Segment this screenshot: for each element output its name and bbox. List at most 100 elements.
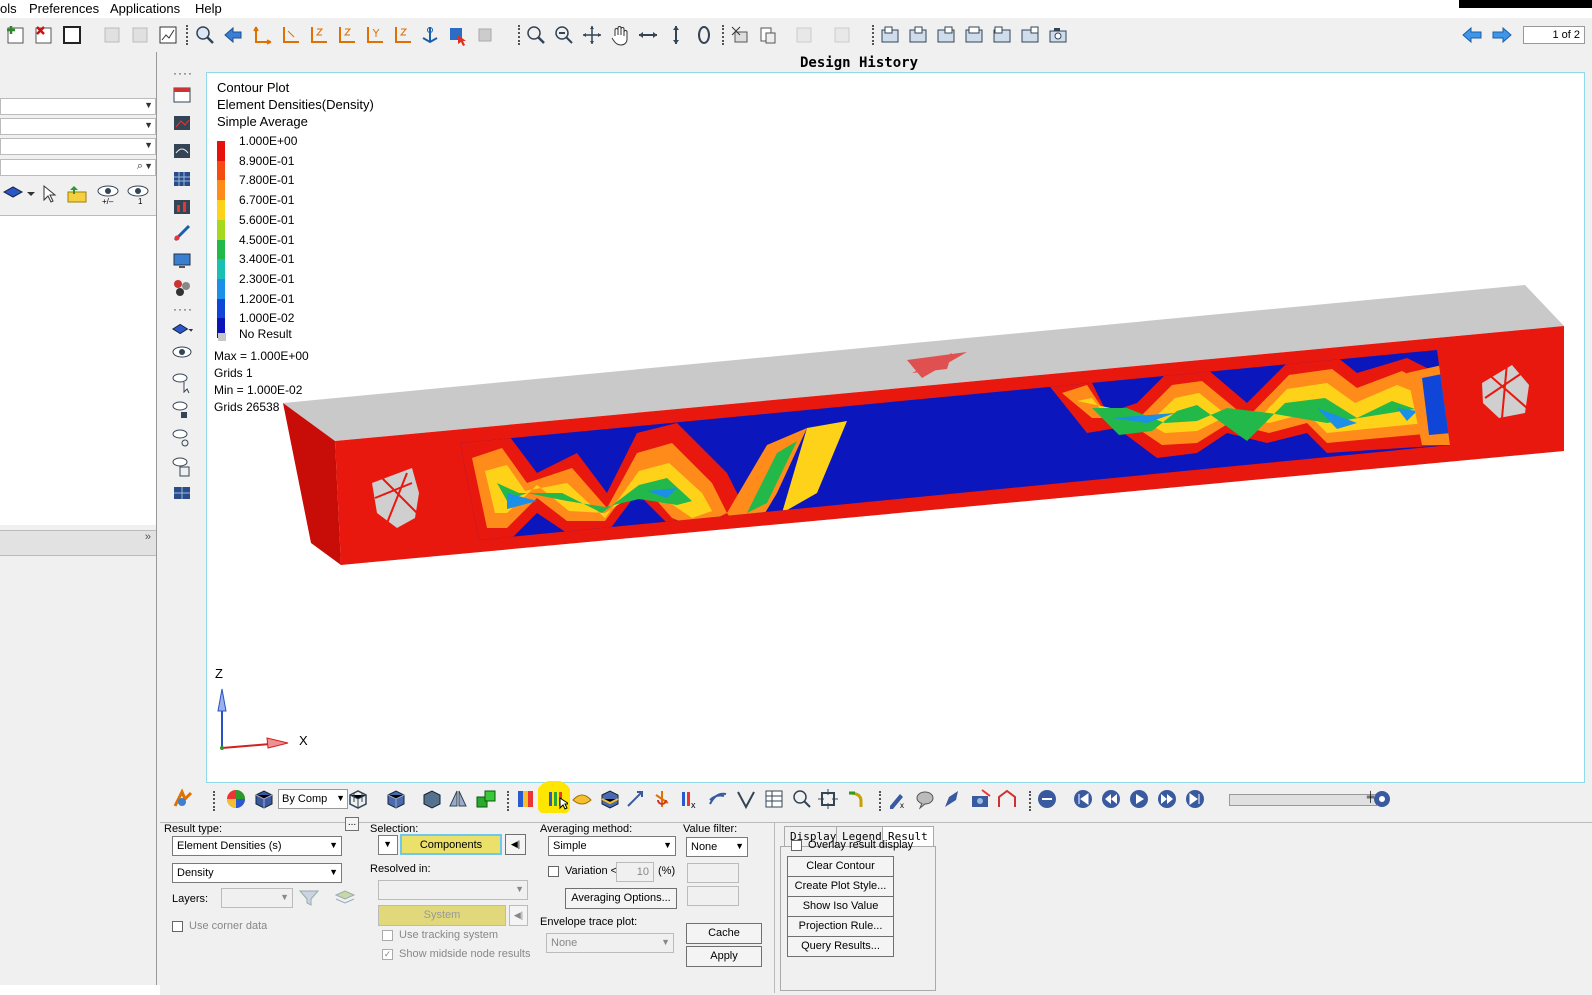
layout-disabled-2-icon[interactable] [128, 23, 152, 47]
contour-window-icon[interactable] [171, 112, 193, 134]
selection-mode-select[interactable]: ▼ [378, 835, 398, 855]
next-page-arrow-icon[interactable] [1490, 23, 1514, 47]
component-select-icon[interactable] [171, 318, 193, 340]
transform-icon[interactable] [816, 787, 840, 811]
isometric-view-icon[interactable] [418, 23, 442, 47]
component-icon[interactable] [2, 182, 38, 209]
window-layout-4-icon[interactable] [962, 23, 986, 47]
resolved-in-select[interactable]: ▼ [378, 880, 528, 900]
section-cut-icon[interactable] [728, 23, 752, 47]
mesh-lines-icon[interactable] [420, 787, 444, 811]
contour-icon[interactable] [514, 787, 538, 811]
spheres-icon[interactable] [171, 277, 193, 299]
plot-window-icon[interactable] [171, 196, 193, 218]
result-component-select[interactable]: Density ▼ [172, 863, 342, 883]
delete-model-icon[interactable] [32, 23, 56, 47]
query-results-button[interactable]: Query Results... [787, 936, 894, 957]
spin-icon[interactable] [692, 23, 716, 47]
cache-button[interactable]: Cache [686, 923, 762, 944]
measure-pen-icon[interactable] [941, 787, 965, 811]
camera-capture-icon[interactable] [969, 787, 993, 811]
contour-tools-icon[interactable] [171, 787, 195, 811]
window-layout-icon[interactable] [60, 23, 84, 47]
wireframe-icon[interactable] [346, 787, 370, 811]
pan-hand-icon[interactable] [608, 23, 632, 47]
add-model-icon[interactable] [4, 23, 28, 47]
probe-hook-icon[interactable] [844, 787, 868, 811]
variation-input[interactable]: 10 [616, 862, 654, 882]
folder-arrow-icon[interactable] [66, 184, 90, 207]
browser-combo-3[interactable]: ▼ [0, 138, 156, 155]
speech-note-icon[interactable] [913, 787, 937, 811]
previous-page-arrow-icon[interactable] [1460, 23, 1484, 47]
menu-preferences[interactable]: Preferences [29, 1, 99, 16]
color-wheel-icon[interactable] [224, 787, 248, 811]
show-eye-assembly-icon[interactable] [171, 428, 193, 450]
next-frame-icon[interactable] [1155, 787, 1179, 811]
play-icon[interactable] [1127, 787, 1151, 811]
animation-mode-icon[interactable] [1035, 787, 1059, 811]
browser-tree[interactable] [0, 215, 156, 525]
result-type-select[interactable]: Element Densities (s) ▼ [172, 836, 342, 856]
window-layout-6-icon[interactable] [1018, 23, 1042, 47]
create-plot-style-button[interactable]: Create Plot Style... [787, 876, 894, 897]
streamline-icon[interactable] [706, 787, 730, 811]
collapse-icon[interactable]: » [145, 531, 151, 543]
component-color-icon[interactable] [252, 787, 276, 811]
iso-surface-icon[interactable] [598, 787, 622, 811]
plot-style-icon[interactable] [171, 482, 193, 504]
browser-combo-1[interactable]: ▼ [0, 98, 156, 115]
layout-disabled-1-icon[interactable] [100, 23, 124, 47]
browser-combo-2[interactable]: ▼ [0, 118, 156, 135]
first-frame-icon[interactable] [1071, 787, 1095, 811]
zoom-icon[interactable] [193, 23, 217, 47]
green-cubes-icon[interactable] [474, 787, 498, 811]
section-results-icon[interactable] [734, 787, 758, 811]
view-xz-back-icon[interactable] [334, 23, 358, 47]
layer-filter-icon[interactable] [298, 889, 320, 910]
mesh-window-icon[interactable] [171, 168, 193, 190]
color-mode-select[interactable]: By Comp ▼ [278, 789, 348, 809]
reset-system-button[interactable]: ◀| [509, 905, 528, 926]
vector-icon[interactable] [624, 787, 648, 811]
zoom-box-icon[interactable] [524, 23, 548, 47]
filter-min-input[interactable] [687, 863, 739, 883]
value-filter-select[interactable]: None ▼ [686, 837, 748, 857]
show-iso-value-button[interactable]: Show Iso Value [787, 896, 894, 917]
center-icon[interactable] [580, 23, 604, 47]
fit-model-icon[interactable] [446, 23, 470, 47]
envelope-trace-select[interactable]: None ▼ [546, 933, 674, 953]
table-results-icon[interactable] [762, 787, 786, 811]
components-button[interactable]: Components [400, 834, 502, 855]
window-layout-1-icon[interactable] [878, 23, 902, 47]
previous-frame-icon[interactable] [1099, 787, 1123, 811]
filter-max-input[interactable] [687, 886, 739, 906]
overlay-result-checkbox[interactable] [791, 840, 802, 851]
menu-tools[interactable]: ols [0, 1, 17, 16]
monitor-icon[interactable] [171, 250, 193, 272]
use-tracking-system-checkbox[interactable] [382, 930, 393, 941]
cursor-select-icon[interactable] [42, 184, 58, 207]
show-eye-tree-icon[interactable] [171, 400, 193, 422]
disabled-tool-1-icon[interactable] [792, 23, 816, 47]
reset-selection-button[interactable]: ◀| [505, 834, 526, 855]
view-xz-icon[interactable] [306, 23, 330, 47]
browser-splitter[interactable]: » [0, 530, 156, 556]
view-disabled-icon[interactable] [474, 23, 498, 47]
shaded-icon[interactable] [384, 787, 408, 811]
show-midside-checkbox[interactable]: ✓ [382, 949, 393, 960]
clipboard-icon[interactable] [756, 23, 780, 47]
note-edit-icon[interactable]: x [885, 787, 909, 811]
averaging-method-select[interactable]: Simple ▼ [548, 836, 676, 856]
view-xy-bottom-icon[interactable] [278, 23, 302, 47]
view-xy-top-icon[interactable] [250, 23, 274, 47]
zoom-out-icon[interactable] [552, 23, 576, 47]
page-indicator[interactable]: 1 of 2 [1523, 26, 1585, 44]
layers-select[interactable]: ▼ [221, 888, 293, 908]
window-layout-5-icon[interactable] [990, 23, 1014, 47]
use-corner-data-checkbox[interactable] [172, 921, 183, 932]
last-frame-icon[interactable] [1183, 787, 1207, 811]
view-yz-back-icon[interactable] [390, 23, 414, 47]
camera-icon[interactable] [1046, 23, 1070, 47]
previous-view-icon[interactable] [221, 23, 245, 47]
